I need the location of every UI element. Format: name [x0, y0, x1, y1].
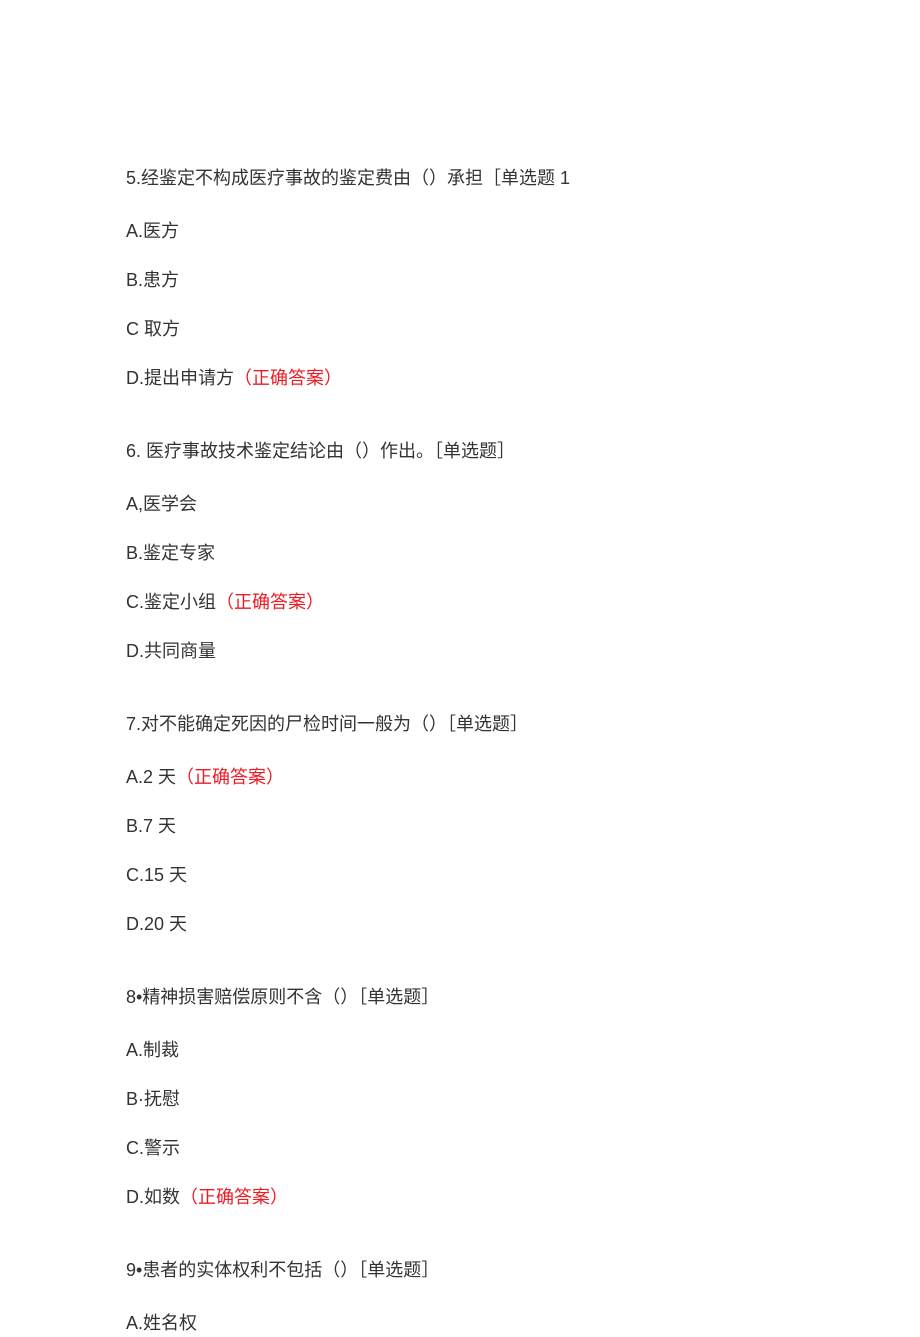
- option: C.鉴定小组（正确答案）: [126, 589, 794, 616]
- correct-answer-label: （正确答案）: [234, 368, 342, 388]
- option-letter: C.: [126, 1138, 144, 1158]
- option-letter: C: [126, 319, 139, 339]
- question-number: 9•: [126, 1260, 142, 1280]
- option-letter: C.: [126, 865, 144, 885]
- option-letter: A.: [126, 1040, 143, 1060]
- option-letter: A,: [126, 494, 143, 514]
- option-letter: C.: [126, 592, 144, 612]
- correct-answer-label: （正确答案）: [216, 592, 324, 612]
- option-letter: A.: [126, 767, 143, 787]
- correct-answer-label: （正确答案）: [180, 1187, 288, 1207]
- option: B.患方: [126, 267, 794, 294]
- option: C.15 天: [126, 862, 794, 889]
- option: A.医方: [126, 218, 794, 245]
- option-text: 15 天: [144, 865, 187, 885]
- option-letter: B.: [126, 543, 143, 563]
- option-letter: D.: [126, 368, 144, 388]
- question-block: 6. 医疗事故技术鉴定结论由（）作出。［单选题］ A,医学会 B.鉴定专家 C.…: [126, 438, 794, 665]
- question-text: 6. 医疗事故技术鉴定结论由（）作出。［单选题］: [126, 438, 794, 465]
- correct-answer-label: （正确答案）: [176, 767, 284, 787]
- option-text: 医学会: [143, 494, 197, 514]
- option-text: 抚慰: [144, 1089, 180, 1109]
- option-text: 制裁: [143, 1040, 179, 1060]
- option-text: 鉴定专家: [143, 543, 215, 563]
- question-stem: 精神损害赔偿原则不含（）［单选题］: [142, 987, 439, 1007]
- option-text: 提出申请方: [144, 368, 234, 388]
- option-letter: A.: [126, 1313, 143, 1333]
- option: A.姓名权: [126, 1310, 794, 1337]
- question-stem: 患者的实体权利不包括（）［单选题］: [142, 1260, 439, 1280]
- option-letter: B.: [126, 816, 143, 836]
- question-block: 8•精神损害赔偿原则不含（）［单选题］ A.制裁 B·抚慰 C.警示 D.如数（…: [126, 984, 794, 1211]
- option: B.鉴定专家: [126, 540, 794, 567]
- option: A,医学会: [126, 491, 794, 518]
- option: B.7 天: [126, 813, 794, 840]
- option: B·抚慰: [126, 1086, 794, 1113]
- option-text: 共同商量: [144, 641, 216, 661]
- option: D.提出申请方（正确答案）: [126, 365, 794, 392]
- option: D.20 天: [126, 911, 794, 938]
- question-text: 8•精神损害赔偿原则不含（）［单选题］: [126, 984, 794, 1011]
- option-text: 鉴定小组: [144, 592, 216, 612]
- option-letter: D.: [126, 641, 144, 661]
- question-stem: 对不能确定死因的尸检时间一般为（）［单选题］: [141, 714, 528, 734]
- option-text: 患方: [143, 270, 179, 290]
- question-text: 5.经鉴定不构成医疗事故的鉴定费由（）承担［单选题 1: [126, 165, 794, 192]
- option-text: 取方: [139, 319, 180, 339]
- option: C.警示: [126, 1135, 794, 1162]
- question-stem: 医疗事故技术鉴定结论由（）作出。［单选题］: [146, 441, 515, 461]
- question-number: 7.: [126, 714, 141, 734]
- question-text: 7.对不能确定死因的尸检时间一般为（）［单选题］: [126, 711, 794, 738]
- question-number: 8•: [126, 987, 142, 1007]
- option-text: 如数: [144, 1187, 180, 1207]
- option-letter: A.: [126, 221, 143, 241]
- option-text: 医方: [143, 221, 179, 241]
- option: C 取方: [126, 316, 794, 343]
- option-letter: B·: [126, 1089, 144, 1109]
- option-text: 姓名权: [143, 1313, 197, 1333]
- option-text: 警示: [144, 1138, 180, 1158]
- option: D.如数（正确答案）: [126, 1184, 794, 1211]
- question-stem: 经鉴定不构成医疗事故的鉴定费由（）承担［单选题 1: [141, 168, 570, 188]
- question-block: 7.对不能确定死因的尸检时间一般为（）［单选题］ A.2 天（正确答案） B.7…: [126, 711, 794, 938]
- option-text: 7 天: [143, 816, 176, 836]
- option-text: 20 天: [144, 914, 187, 934]
- question-block: 9•患者的实体权利不包括（）［单选题］ A.姓名权: [126, 1257, 794, 1337]
- question-text: 9•患者的实体权利不包括（）［单选题］: [126, 1257, 794, 1284]
- question-number: 6.: [126, 441, 146, 461]
- option-letter: B.: [126, 270, 143, 290]
- option: A.2 天（正确答案）: [126, 764, 794, 791]
- option-letter: D.: [126, 1187, 144, 1207]
- question-number: 5.: [126, 168, 141, 188]
- option-letter: D.: [126, 914, 144, 934]
- option-text: 2 天: [143, 767, 176, 787]
- option: A.制裁: [126, 1037, 794, 1064]
- option: D.共同商量: [126, 638, 794, 665]
- question-block: 5.经鉴定不构成医疗事故的鉴定费由（）承担［单选题 1 A.医方 B.患方 C …: [126, 165, 794, 392]
